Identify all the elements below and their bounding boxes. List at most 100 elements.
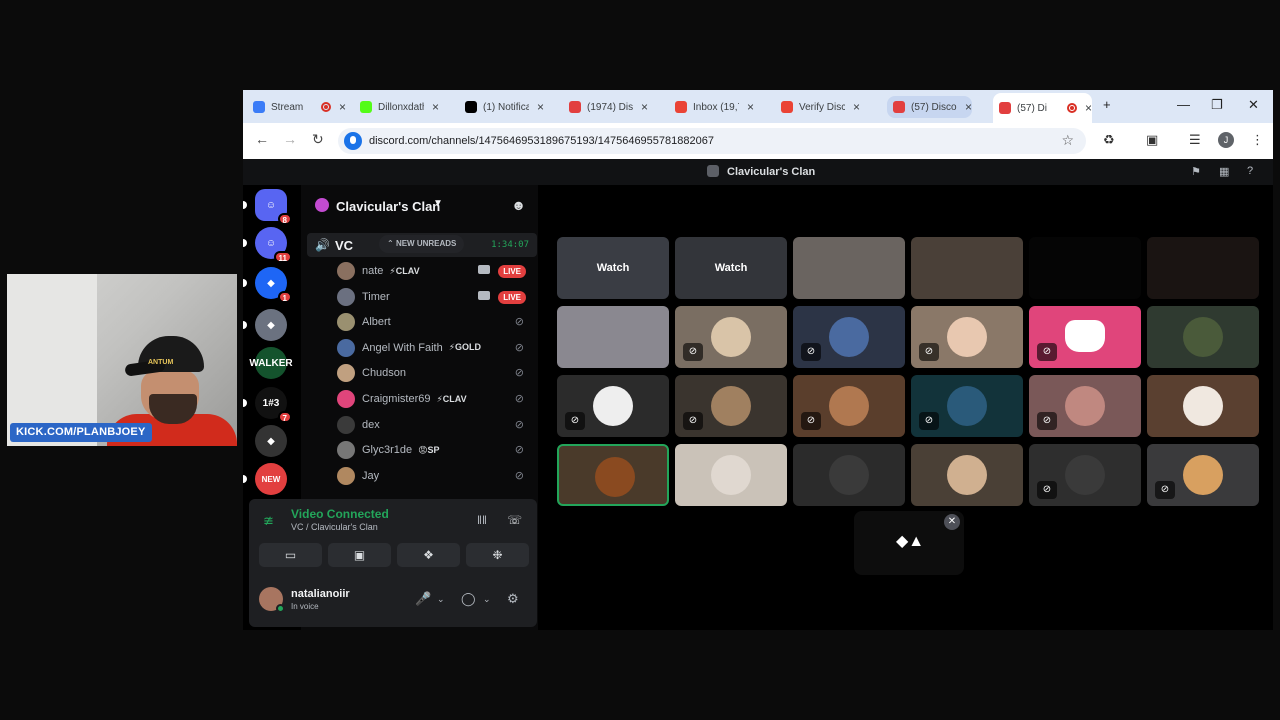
help-icon[interactable]: ?	[1247, 165, 1253, 177]
browser-tab[interactable]: Dillonxdath ×	[360, 96, 439, 118]
stream-tile[interactable]: Watch	[557, 237, 669, 299]
watch-stream-label[interactable]: Watch	[675, 237, 787, 299]
menu-kebab-icon[interactable]: ⋮	[1251, 132, 1264, 148]
server-icon[interactable]: ☺ 11	[255, 227, 292, 263]
participant-tile[interactable]	[557, 444, 669, 506]
server-icon[interactable]: NEW	[255, 463, 287, 495]
mic-chevron-icon[interactable]: ⌄	[437, 594, 445, 605]
connected-channel[interactable]: VC / Clavicular's Clan	[291, 522, 378, 532]
close-tab-icon[interactable]: ×	[965, 100, 972, 114]
participant-tile[interactable]: ⊘	[1029, 444, 1141, 506]
voice-member[interactable]: nate ⚡CLAV LIVE	[337, 260, 532, 282]
server-header[interactable]: Clavicular's Clan ▼ ☻	[301, 185, 538, 225]
server-icon[interactable]: ◆	[255, 309, 287, 341]
participant-tile[interactable]: ⊘	[557, 375, 669, 437]
minimize-button[interactable]: —	[1177, 97, 1190, 112]
headphones-icon[interactable]: ◯	[461, 591, 476, 607]
voice-channel-vc[interactable]: 🔊 VC ⌃ NEW UNREADS 1:34:07	[307, 233, 537, 257]
restore-button[interactable]: ❐	[1211, 97, 1223, 113]
new-unreads-pill[interactable]: ⌃ NEW UNREADS	[379, 235, 465, 253]
participant-tile[interactable]: ⊘	[911, 306, 1023, 368]
signal-icon[interactable]: ≇	[263, 513, 274, 529]
screen-share-button[interactable]: ▣	[328, 543, 391, 567]
close-tab-icon[interactable]: ×	[853, 100, 860, 114]
participant-tile[interactable]	[1147, 375, 1259, 437]
noise-suppression-icon[interactable]: ‖‖	[477, 513, 487, 527]
browser-tab[interactable]: Inbox (19,7 ×	[675, 96, 754, 118]
participant-tile[interactable]: ⊘	[1029, 375, 1141, 437]
close-window-button[interactable]: ✕	[1248, 97, 1259, 113]
browser-tab[interactable]: Stream ×	[253, 96, 346, 118]
participant-tile[interactable]: ⊘	[675, 306, 787, 368]
voice-member[interactable]: Craigmister69 ⚡CLAV ⊘	[337, 388, 532, 410]
participant-tile[interactable]	[911, 237, 1023, 299]
mic-icon[interactable]	[344, 132, 362, 150]
live-badge[interactable]: LIVE	[498, 290, 526, 304]
voice-member[interactable]: Albert ⊘	[337, 311, 532, 333]
participant-tile[interactable]: ⊘	[675, 375, 787, 437]
participant-tile[interactable]: ⊘	[1147, 444, 1259, 506]
live-badge[interactable]: LIVE	[498, 265, 526, 278]
browser-tab[interactable]: (1974) Disc ×	[569, 96, 648, 118]
microphone-icon[interactable]: 🎤	[415, 591, 431, 607]
inbox-icon[interactable]: ▦	[1219, 165, 1229, 178]
voice-member[interactable]: Glyc3r1de 😡SP ⊘	[337, 439, 532, 461]
participant-tile[interactable]: ⊘	[1029, 306, 1141, 368]
browser-tab[interactable]: Verify Disco ×	[781, 96, 860, 118]
bookmark-icon[interactable]: ⚑	[1191, 165, 1201, 178]
browser-tab[interactable]: (1) Notifica ×	[465, 96, 544, 118]
chevron-down-icon[interactable]: ▼	[433, 198, 443, 209]
participant-tile[interactable]	[1029, 237, 1141, 299]
cast-icon[interactable]: ▣	[1146, 132, 1158, 148]
voice-member[interactable]: dex ⊘	[337, 414, 532, 436]
username[interactable]: natalianoiir	[291, 588, 350, 600]
reload-icon[interactable]: ↻	[312, 131, 324, 148]
server-icon[interactable]: ◆	[255, 425, 287, 457]
participant-tile[interactable]: ⊘	[793, 375, 905, 437]
soundboard-button[interactable]: ❉	[466, 543, 529, 567]
stream-tile[interactable]: Watch	[675, 237, 787, 299]
invite-people-icon[interactable]: ☻	[511, 197, 526, 213]
close-tab-icon[interactable]: ×	[339, 100, 346, 114]
participant-tile[interactable]	[793, 444, 905, 506]
new-tab-button[interactable]: +	[1103, 97, 1111, 112]
server-icon[interactable]: ◆ 1	[255, 267, 292, 303]
voice-member[interactable]: Chudson ⊘	[337, 362, 532, 384]
close-tab-icon[interactable]: ×	[641, 100, 648, 114]
close-tab-icon[interactable]: ×	[1085, 101, 1092, 115]
participant-tile[interactable]	[793, 237, 905, 299]
close-tab-icon[interactable]: ×	[432, 100, 439, 114]
voice-member[interactable]: Jay ⊘	[337, 465, 532, 487]
watch-stream-label[interactable]: Watch	[557, 237, 669, 299]
participant-tile[interactable]: ⊘	[911, 375, 1023, 437]
participant-tile[interactable]	[675, 444, 787, 506]
voice-member[interactable]: Timer LIVE	[337, 286, 532, 308]
forward-icon[interactable]: →	[283, 131, 297, 147]
activity-launcher[interactable]: ◆▲ ✕	[854, 511, 964, 575]
headphones-chevron-icon[interactable]: ⌄	[483, 594, 491, 605]
profile-avatar[interactable]: J	[1218, 132, 1234, 148]
browser-tab[interactable]: (57) Discor ×	[887, 96, 973, 118]
url-text[interactable]: discord.com/channels/1475646953189675193…	[369, 135, 714, 147]
disconnect-icon[interactable]: ☏	[507, 513, 522, 527]
settings-gear-icon[interactable]: ⚙	[507, 591, 519, 607]
close-tab-icon[interactable]: ×	[537, 100, 544, 114]
participant-tile[interactable]	[911, 444, 1023, 506]
server-icon[interactable]: 1#3 7	[255, 387, 292, 423]
close-icon[interactable]: ✕	[944, 514, 960, 530]
reading-list-icon[interactable]: ☰	[1189, 132, 1201, 148]
address-bar[interactable]: discord.com/channels/1475646953189675193…	[338, 128, 1086, 154]
voice-member[interactable]: Angel With Faith ⚡GOLD ⊘	[337, 337, 532, 359]
browser-tab[interactable]: (57) Di ×	[993, 93, 1093, 123]
server-icon[interactable]: ☺ 8	[255, 189, 292, 225]
close-tab-icon[interactable]: ×	[747, 100, 754, 114]
server-icon[interactable]: WALKER	[249, 347, 293, 379]
camera-off-button[interactable]: ▭	[259, 543, 322, 567]
participant-tile[interactable]	[557, 306, 669, 368]
participant-tile[interactable]: ⊘	[793, 306, 905, 368]
activities-button[interactable]: ❖	[397, 543, 460, 567]
participant-tile[interactable]	[1147, 237, 1259, 299]
bookmark-star-icon[interactable]: ☆	[1061, 132, 1074, 149]
participant-tile[interactable]	[1147, 306, 1259, 368]
extensions-icon[interactable]: ♻	[1103, 132, 1115, 148]
